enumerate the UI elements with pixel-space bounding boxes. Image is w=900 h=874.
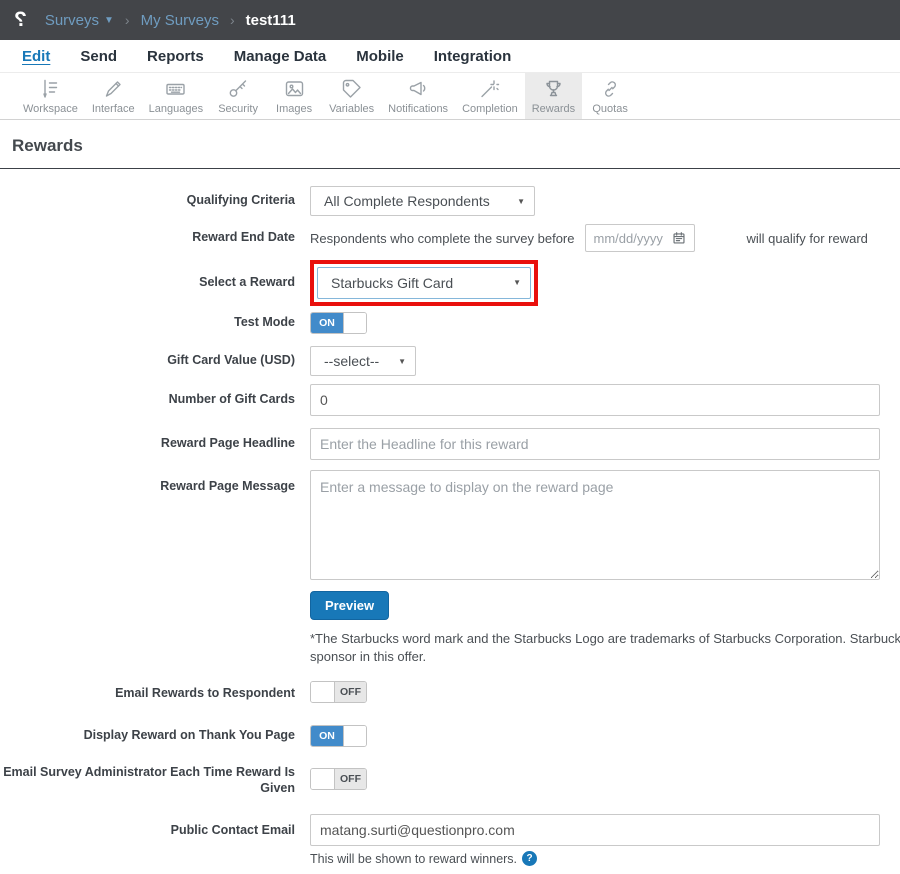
select-reward-value: Starbucks Gift Card <box>331 275 453 291</box>
toolbar-item-notifications[interactable]: Notifications <box>381 73 455 119</box>
keyboard-icon <box>163 77 188 101</box>
message-textarea[interactable] <box>310 470 880 580</box>
calendar-icon[interactable] <box>672 231 686 245</box>
breadcrumb-separator: › <box>125 12 130 28</box>
main-tab-bar: Edit Send Reports Manage Data Mobile Int… <box>0 40 900 73</box>
toolbar-item-variables[interactable]: Variables <box>322 73 381 119</box>
toolbar-item-security[interactable]: Security <box>210 73 266 119</box>
toolbar-item-label: Languages <box>149 103 203 115</box>
toggle-knob <box>343 726 366 746</box>
contact-email-label: Public Contact Email <box>0 814 310 839</box>
tag-icon <box>339 77 364 101</box>
toggle-on-segment: ON <box>311 726 343 746</box>
toolbar-item-workspace[interactable]: Workspace <box>16 73 85 119</box>
toggle-knob <box>343 313 366 333</box>
message-label: Reward Page Message <box>0 470 310 495</box>
toolbar-item-rewards[interactable]: Rewards <box>525 73 582 119</box>
gift-card-value-select[interactable]: --select-- ▼ <box>310 346 416 376</box>
contact-email-input[interactable] <box>310 814 880 846</box>
toggle-off-segment: OFF <box>335 769 366 789</box>
megaphone-icon <box>406 77 431 101</box>
chevron-down-icon: ▼ <box>517 187 525 217</box>
tab-edit[interactable]: Edit <box>22 48 50 65</box>
breadcrumb-my-surveys[interactable]: My Surveys <box>141 12 219 29</box>
pencil-list-icon <box>38 77 63 101</box>
trophy-icon <box>541 77 566 101</box>
toggle-knob <box>311 682 335 702</box>
select-reward-select[interactable]: Starbucks Gift Card ▼ <box>317 267 531 299</box>
top-bar: ? Surveys ▼ › My Surveys › test111 <box>0 0 900 40</box>
test-mode-label: Test Mode <box>0 315 310 331</box>
preview-button[interactable]: Preview <box>310 591 389 620</box>
pen-icon <box>101 77 126 101</box>
help-question-icon[interactable]: ? <box>522 851 537 866</box>
num-gift-cards-label: Number of Gift Cards <box>0 392 310 408</box>
toggle-knob <box>311 769 335 789</box>
tab-send[interactable]: Send <box>80 48 117 65</box>
toolbar-item-label: Quotas <box>592 103 627 115</box>
contact-email-helper-text: This will be shown to reward winners. <box>310 852 517 866</box>
gift-card-value-value: --select-- <box>324 353 379 369</box>
qualifying-criteria-select[interactable]: All Complete Respondents ▼ <box>310 186 535 216</box>
toolbar-item-label: Completion <box>462 103 518 115</box>
email-rewards-toggle[interactable]: OFF <box>310 681 367 703</box>
headline-label: Reward Page Headline <box>0 436 310 452</box>
toolbar-item-images[interactable]: Images <box>266 73 322 119</box>
tab-manage-data[interactable]: Manage Data <box>234 48 327 65</box>
reward-end-date-label: Reward End Date <box>0 230 310 246</box>
key-icon <box>226 77 251 101</box>
toggle-off-segment: OFF <box>335 682 366 702</box>
chevron-down-icon: ▼ <box>398 347 406 377</box>
qualifying-criteria-value: All Complete Respondents <box>324 193 490 209</box>
qualifying-criteria-label: Qualifying Criteria <box>0 193 310 209</box>
breadcrumb-surveys[interactable]: Surveys <box>45 12 99 29</box>
edit-sub-toolbar: Workspace Interface Languages Security I… <box>0 73 900 120</box>
end-date-before-text: Respondents who complete the survey befo… <box>310 231 575 246</box>
headline-input[interactable] <box>310 428 880 460</box>
email-admin-toggle[interactable]: OFF <box>310 768 367 790</box>
starbucks-disclaimer-text: *The Starbucks word mark and the Starbuc… <box>310 630 900 665</box>
test-mode-toggle[interactable]: ON <box>310 312 367 334</box>
toolbar-item-label: Variables <box>329 103 374 115</box>
toolbar-item-label: Rewards <box>532 103 575 115</box>
tab-reports[interactable]: Reports <box>147 48 204 65</box>
toolbar-item-label: Security <box>218 103 258 115</box>
toolbar-item-quotas[interactable]: Quotas <box>582 73 638 119</box>
rewards-form: Qualifying Criteria All Complete Respond… <box>0 169 900 874</box>
spacer <box>0 630 310 639</box>
toggle-on-segment: ON <box>311 313 343 333</box>
toolbar-item-label: Notifications <box>388 103 448 115</box>
toolbar-item-completion[interactable]: Completion <box>455 73 525 119</box>
email-rewards-label: Email Rewards to Respondent <box>0 686 310 702</box>
toolbar-item-languages[interactable]: Languages <box>142 73 210 119</box>
breadcrumb-survey-name: test111 <box>246 12 296 29</box>
end-date-field[interactable] <box>585 224 695 252</box>
chevron-down-icon: ▼ <box>513 268 521 298</box>
tab-integration[interactable]: Integration <box>434 48 512 65</box>
end-date-input[interactable] <box>594 231 672 246</box>
page-title: Rewards <box>0 120 900 168</box>
gift-card-value-label: Gift Card Value (USD) <box>0 353 310 369</box>
toolbar-item-interface[interactable]: Interface <box>85 73 142 119</box>
select-reward-label: Select a Reward <box>0 275 310 291</box>
display-reward-label: Display Reward on Thank You Page <box>0 728 310 744</box>
questionpro-logo-icon[interactable]: ? <box>14 8 27 32</box>
breadcrumb-separator: › <box>230 12 235 28</box>
email-admin-label: Email Survey Administrator Each Time Rew… <box>0 765 310 796</box>
chain-links-icon <box>598 77 623 101</box>
display-reward-toggle[interactable]: ON <box>310 725 367 747</box>
magic-wand-icon <box>477 77 502 101</box>
image-icon <box>282 77 307 101</box>
chevron-down-icon[interactable]: ▼ <box>104 15 114 26</box>
toolbar-item-label: Images <box>276 103 312 115</box>
annotation-red-box: Starbucks Gift Card ▼ <box>310 260 538 306</box>
end-date-after-text: will qualify for reward <box>747 231 868 246</box>
tab-mobile[interactable]: Mobile <box>356 48 404 65</box>
toolbar-item-label: Interface <box>92 103 135 115</box>
num-gift-cards-input[interactable] <box>310 384 880 416</box>
toolbar-item-label: Workspace <box>23 103 78 115</box>
